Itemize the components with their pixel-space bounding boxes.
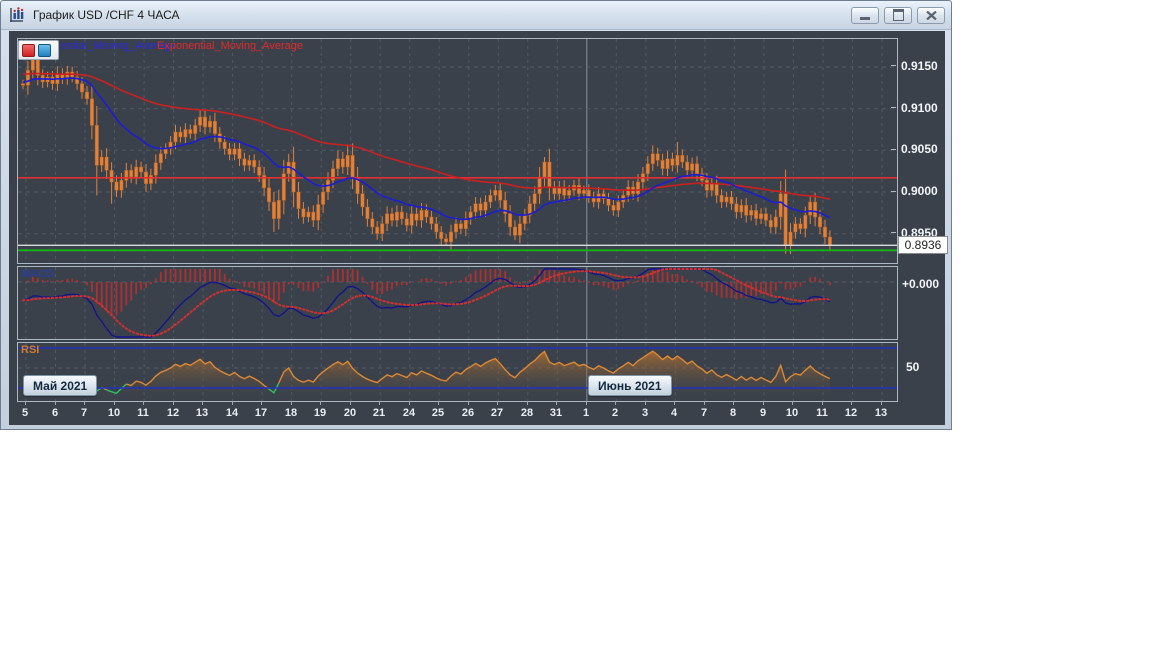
ma-slow-legend: Exponential_Moving_Average — [157, 40, 303, 52]
date-label: 3 — [641, 407, 649, 419]
date-label: 17 — [254, 407, 268, 419]
close-button[interactable] — [917, 6, 945, 24]
chart-window: График USD /CHF 4 ЧАСА ential_Moving_Ave… — [0, 0, 952, 430]
rsi-panel[interactable] — [17, 342, 898, 402]
date-label: 18 — [284, 407, 298, 419]
close-icon — [925, 10, 937, 20]
price-axis-label: 0.9100 — [901, 101, 938, 115]
main-chart-panel[interactable] — [17, 38, 898, 264]
date-label: 5 — [21, 407, 29, 419]
price-axis-label: 0.9150 — [901, 59, 938, 73]
date-label: 20 — [343, 407, 357, 419]
date-label: 10 — [107, 407, 121, 419]
chart-color-toolbar — [18, 40, 59, 60]
chart-app-icon — [7, 5, 27, 25]
date-label: 10 — [785, 407, 799, 419]
date-label: 7 — [700, 407, 708, 419]
red-square-button[interactable] — [22, 43, 35, 57]
date-label: 11 — [137, 407, 149, 419]
date-label: 28 — [520, 407, 534, 419]
date-label: 14 — [225, 407, 239, 419]
date-label: 7 — [80, 407, 88, 419]
month-badge-may[interactable]: Май 2021 — [23, 375, 98, 396]
rsi-mid-label: 50 — [906, 360, 920, 374]
date-label: 4 — [670, 407, 678, 419]
date-label: 2 — [611, 407, 619, 419]
date-label: 12 — [844, 407, 858, 419]
date-label: 25 — [431, 407, 445, 419]
date-label: 12 — [166, 407, 180, 419]
minimize-button[interactable] — [851, 6, 879, 24]
date-label: 27 — [490, 407, 504, 419]
date-label: 13 — [874, 407, 888, 419]
main-chart-canvas[interactable] — [18, 39, 897, 263]
macd-zero-label: +0.000 — [902, 277, 940, 291]
current-price-badge: 0.8936 — [898, 236, 948, 254]
price-axis-label: 0.9050 — [901, 142, 938, 156]
date-label: 31 — [549, 407, 563, 419]
price-axis-label: 0.9000 — [901, 184, 938, 198]
window-title: График USD /CHF 4 ЧАСА — [33, 8, 180, 22]
maximize-button[interactable] — [884, 6, 912, 24]
title-bar[interactable]: График USD /CHF 4 ЧАСА — [1, 1, 951, 30]
date-label: 21 — [372, 407, 386, 419]
blue-square-button[interactable] — [38, 43, 51, 57]
rsi-label: RSI — [21, 344, 40, 356]
restore-icon — [892, 9, 904, 21]
rsi-canvas[interactable] — [18, 343, 897, 401]
macd-label: MACD — [21, 268, 54, 280]
macd-panel[interactable] — [17, 266, 898, 340]
date-label: 1 — [582, 407, 590, 419]
date-label: 13 — [195, 407, 209, 419]
chart-client-area: ential_Moving_Average Exponential_Moving… — [9, 31, 948, 425]
macd-canvas[interactable] — [18, 267, 897, 339]
date-label: 11 — [816, 407, 828, 419]
date-label: 26 — [461, 407, 475, 419]
date-label: 8 — [729, 407, 737, 419]
minimize-icon — [860, 16, 870, 20]
date-label: 19 — [313, 407, 327, 419]
date-label: 9 — [759, 407, 767, 419]
date-label: 6 — [51, 407, 59, 419]
window-controls — [851, 6, 945, 24]
month-badge-june[interactable]: Июнь 2021 — [588, 375, 672, 396]
date-label: 24 — [402, 407, 416, 419]
